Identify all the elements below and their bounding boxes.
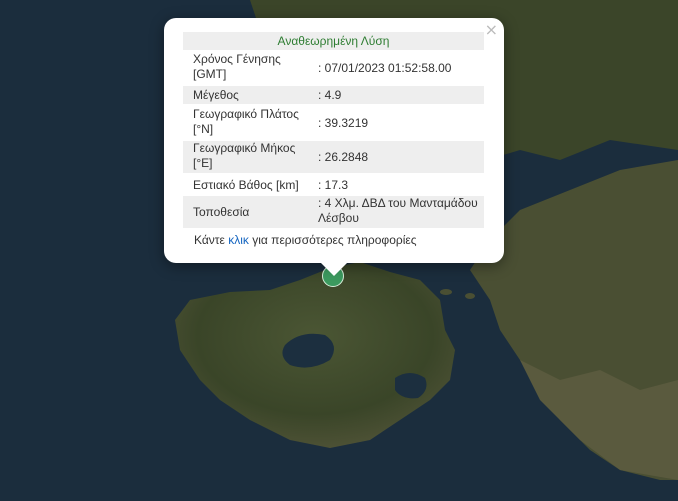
row-label: Εστιακό Βάθος [km] <box>193 178 299 192</box>
islet <box>440 289 452 295</box>
row-magnitude: Μέγεθος : 4.9 <box>183 86 484 104</box>
popup-tip <box>320 262 348 276</box>
earthquake-popup: × Αναθεωρημένη Λύση Χρόνος Γένησης [GMT]… <box>164 18 504 263</box>
row-value: : 4 Χλμ. ΔΒΔ του Μανταμάδου Λέσβου <box>318 196 478 225</box>
more-info-text: Κάντε κλικ για περισσότερες πληροφορίες <box>194 233 417 247</box>
more-info-link[interactable]: κλικ <box>228 233 249 247</box>
row-longitude: Γεωγραφικό Μήκος [°E] : 26.2848 <box>183 141 484 173</box>
row-latitude: Γεωγραφικό Πλάτος [°N] : 39.3219 <box>183 107 484 139</box>
row-value: : 17.3 <box>318 178 349 192</box>
row-label: Τοποθεσία <box>193 205 250 219</box>
close-icon[interactable]: × <box>485 21 498 39</box>
row-value: : 4.9 <box>318 88 342 102</box>
row-label: Μέγεθος <box>193 88 239 102</box>
gulf-gera <box>395 373 427 399</box>
row-value: : 07/01/2023 01:52:58.00 <box>318 61 452 75</box>
islet <box>465 293 475 299</box>
row-value: : 39.3219 <box>318 116 369 130</box>
row-location: Τοποθεσία : 4 Χλμ. ΔΒΔ του Μανταμάδου Λέ… <box>183 196 484 228</box>
row-label: Χρόνος Γένησης [GMT] <box>193 52 281 81</box>
row-origin-time: Χρόνος Γένησης [GMT] : 07/01/2023 01:52:… <box>183 52 484 84</box>
more-suffix: για περισσότερες πληροφορίες <box>248 233 417 247</box>
row-value: : 26.2848 <box>318 150 369 164</box>
row-label: Γεωγραφικό Μήκος [°E] <box>193 141 296 170</box>
row-depth: Εστιακό Βάθος [km] : 17.3 <box>183 176 484 194</box>
popup-title: Αναθεωρημένη Λύση <box>183 32 484 50</box>
more-prefix: Κάντε <box>194 233 229 247</box>
row-label: Γεωγραφικό Πλάτος [°N] <box>193 107 299 136</box>
